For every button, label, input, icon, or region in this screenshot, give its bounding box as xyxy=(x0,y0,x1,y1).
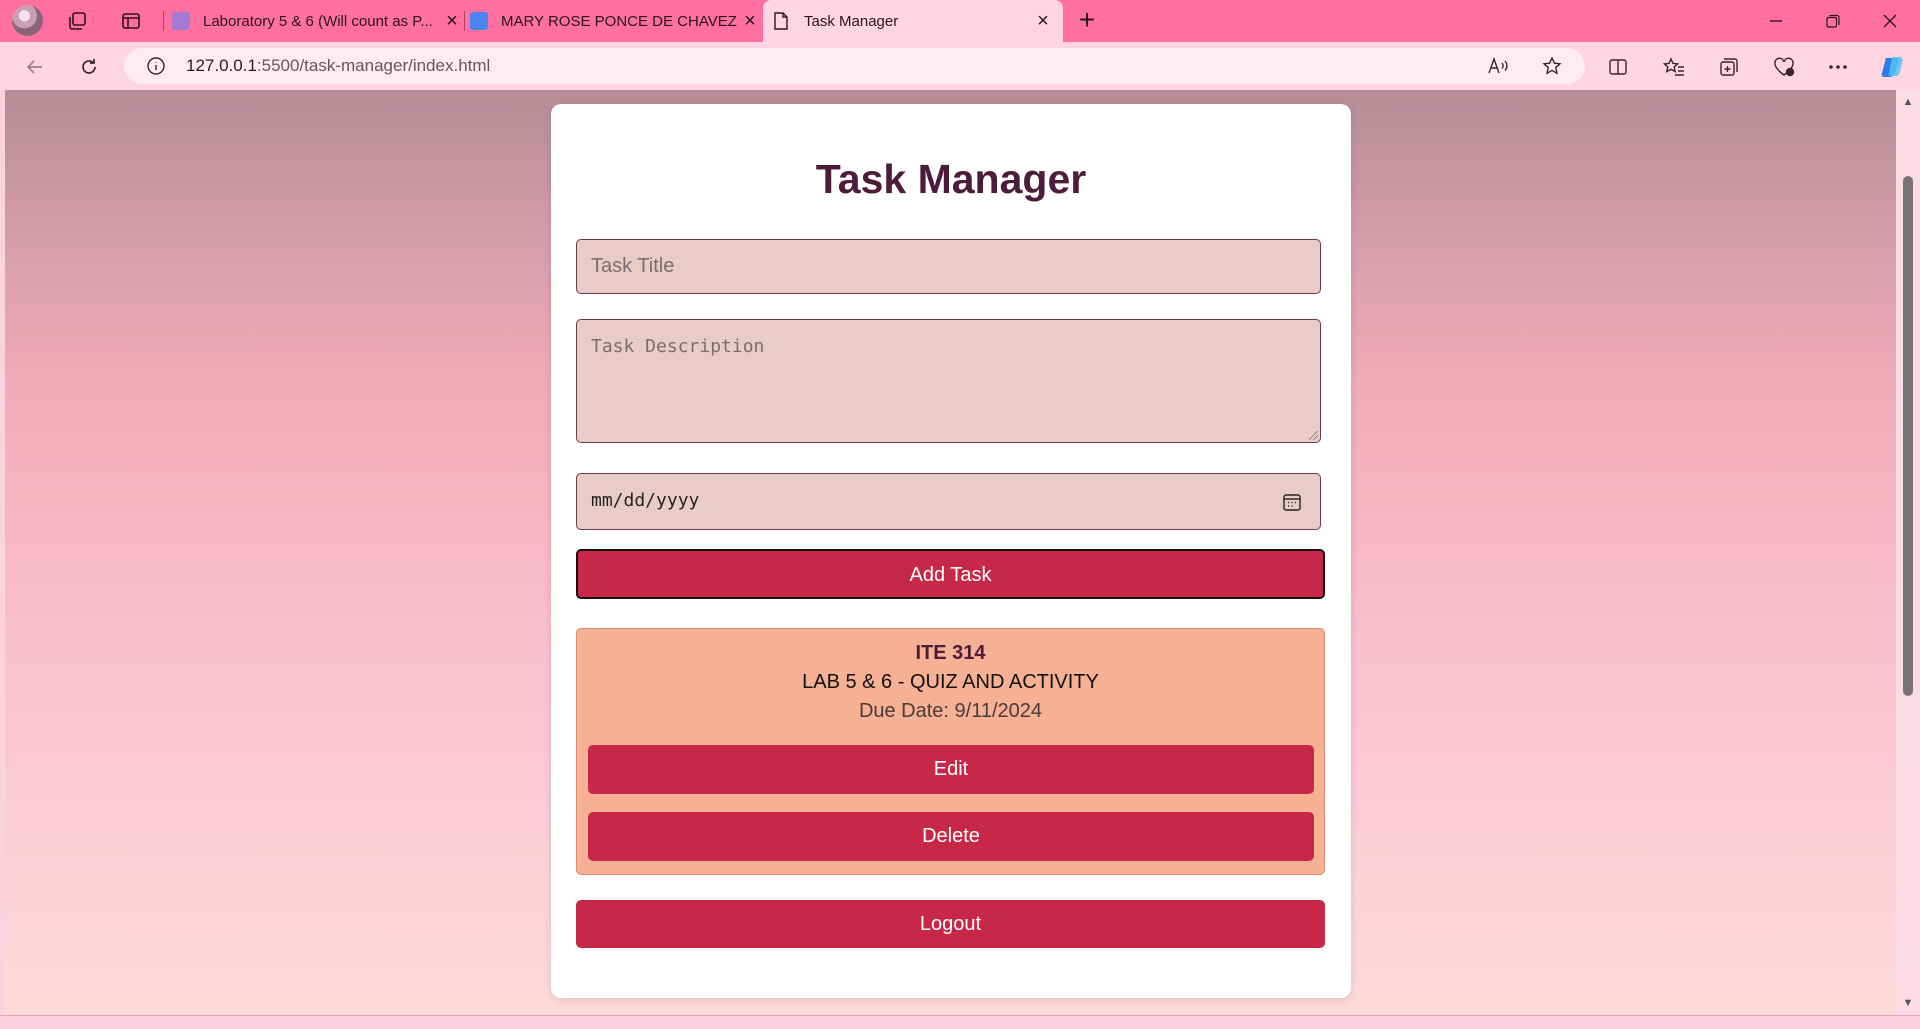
classroom-icon xyxy=(172,12,190,30)
tab-laboratory[interactable]: Laboratory 5 & 6 (Will count as P... × xyxy=(172,0,464,42)
tab-label: Laboratory 5 & 6 (Will count as P... xyxy=(203,12,433,30)
collections-icon[interactable] xyxy=(1713,51,1745,83)
close-tab-icon[interactable]: × xyxy=(738,9,762,33)
page-viewport: Task Manager Task Title Task Description… xyxy=(5,90,1896,1015)
browser-essentials-icon[interactable] xyxy=(1768,51,1800,83)
scrollbar-thumb[interactable] xyxy=(1903,176,1913,696)
task-item: ITE 314 LAB 5 & 6 - QUIZ AND ACTIVITY Du… xyxy=(576,628,1325,875)
url-text: 127.0.0.1:5500/task-manager/index.html xyxy=(186,56,491,75)
add-task-button[interactable]: Add Task xyxy=(576,549,1325,599)
tab-actions-icon[interactable] xyxy=(116,6,146,36)
copilot-icon[interactable] xyxy=(1877,51,1909,83)
refresh-icon[interactable] xyxy=(73,51,105,83)
task-manager-card: Task Manager Task Title Task Description… xyxy=(551,104,1351,998)
delete-task-button[interactable]: Delete xyxy=(588,812,1314,861)
task-title-input[interactable]: Task Title xyxy=(576,239,1321,294)
browser-toolbar: 127.0.0.1:5500/task-manager/index.html xyxy=(0,42,1920,90)
window-bottom-edge xyxy=(0,1015,1920,1029)
address-bar[interactable]: 127.0.0.1:5500/task-manager/index.html xyxy=(124,48,1585,84)
task-name: ITE 314 xyxy=(915,642,986,664)
task-description: LAB 5 & 6 - QUIZ AND ACTIVITY xyxy=(802,671,1099,693)
back-icon[interactable] xyxy=(19,51,51,83)
close-tab-icon[interactable]: × xyxy=(1031,9,1055,33)
logout-button[interactable]: Logout xyxy=(576,900,1325,948)
page-icon xyxy=(773,12,791,30)
minimize-icon[interactable] xyxy=(1756,6,1796,36)
tab-task-manager[interactable]: Task Manager × xyxy=(763,0,1063,42)
page-scrollbar[interactable]: ▲ ▼ xyxy=(1896,90,1920,1015)
site-info-icon[interactable] xyxy=(146,56,166,76)
page-title: Task Manager xyxy=(815,156,1087,202)
close-tab-icon[interactable]: × xyxy=(440,9,464,33)
favorites-icon[interactable] xyxy=(1658,51,1690,83)
workspaces-icon[interactable] xyxy=(62,6,92,36)
scroll-up-icon[interactable]: ▲ xyxy=(1902,96,1914,108)
read-aloud-icon[interactable] xyxy=(1482,50,1514,82)
tab-label: MARY ROSE PONCE DE CHAVEZ - ... xyxy=(501,12,738,30)
new-tab-button[interactable]: + xyxy=(1072,6,1102,36)
split-screen-icon[interactable] xyxy=(1602,51,1634,83)
resize-handle-icon[interactable] xyxy=(1309,431,1318,440)
tab-mary-rose[interactable]: MARY ROSE PONCE DE CHAVEZ - ... × xyxy=(470,0,762,42)
task-title-placeholder: Task Title xyxy=(591,255,675,277)
calendar-icon[interactable] xyxy=(1282,492,1302,512)
favorite-star-icon[interactable] xyxy=(1536,50,1568,82)
restore-icon[interactable] xyxy=(1813,6,1853,36)
more-options-icon[interactable] xyxy=(1822,51,1854,83)
task-due-date: Due Date: 9/11/2024 xyxy=(858,700,1043,722)
close-window-icon[interactable] xyxy=(1870,6,1910,36)
date-placeholder: mm/dd/yyyy xyxy=(591,490,700,511)
docs-icon xyxy=(470,12,488,30)
edit-task-button[interactable]: Edit xyxy=(588,745,1314,794)
tab-label: Task Manager xyxy=(804,12,899,30)
due-date-input[interactable]: mm/dd/yyyy xyxy=(576,473,1321,530)
browser-tab-bar: Laboratory 5 & 6 (Will count as P... × M… xyxy=(0,0,1920,42)
scroll-down-icon[interactable]: ▼ xyxy=(1902,997,1914,1009)
profile-avatar[interactable] xyxy=(12,5,43,36)
task-description-placeholder: Task Description xyxy=(591,336,765,357)
task-description-textarea[interactable]: Task Description xyxy=(576,319,1321,443)
